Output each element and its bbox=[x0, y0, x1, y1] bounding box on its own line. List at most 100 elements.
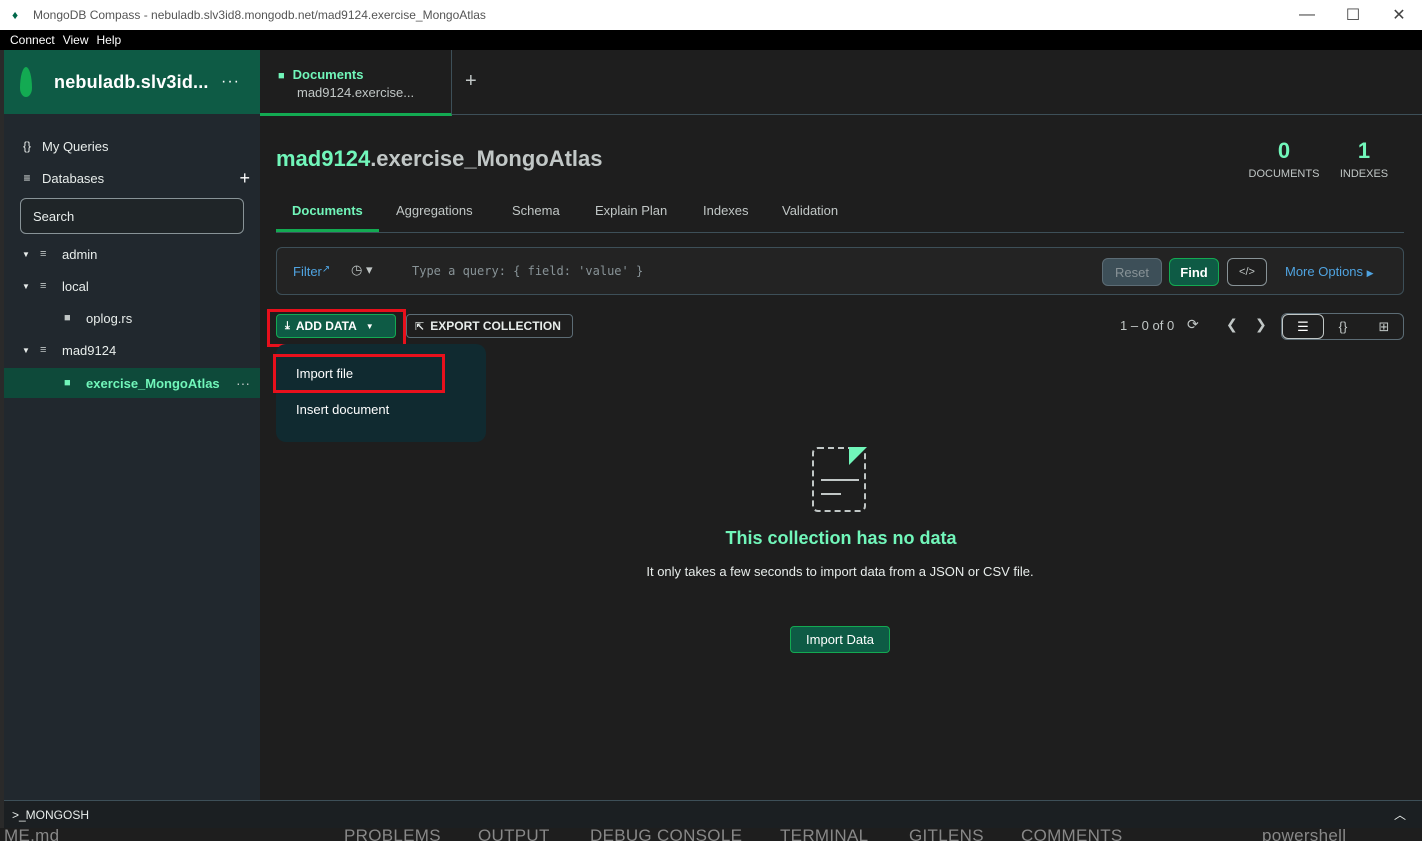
folder-icon: ■ bbox=[64, 377, 71, 389]
list-view-icon[interactable]: ☰ bbox=[1282, 314, 1324, 339]
subtab-documents[interactable]: Documents bbox=[292, 203, 363, 218]
tree-item-label: mad9124 bbox=[62, 342, 117, 358]
tab-title: ■ Documents bbox=[278, 67, 363, 82]
connection-header[interactable]: nebuladb.slv3id... ··· bbox=[4, 50, 260, 114]
chevron-up-icon[interactable]: ︿ bbox=[1394, 806, 1406, 823]
chevron-left-icon[interactable]: ❮ bbox=[1226, 316, 1238, 333]
background-vscode-panel: ME.md PROBLEMS OUTPUT DEBUG CONSOLE TERM… bbox=[0, 828, 1422, 841]
empty-state-title: This collection has no data bbox=[725, 528, 957, 548]
main-panel: ■ Documents mad9124.exercise... + mad9124… bbox=[260, 50, 1422, 800]
tree-item-admin[interactable]: ▼ ≡ admin bbox=[4, 240, 260, 268]
table-view-icon[interactable]: ⊞ bbox=[1364, 314, 1404, 339]
collection-title: mad9124.exercise_MongoAtlas bbox=[276, 146, 603, 172]
highlight-box bbox=[273, 354, 445, 393]
tree-item-label: local bbox=[62, 278, 89, 294]
menu-item-insert-document[interactable]: Insert document bbox=[296, 402, 389, 417]
braces-icon: {} bbox=[22, 139, 31, 153]
sidebar: nebuladb.slv3id... ··· {} My Queries ≡ D… bbox=[4, 50, 260, 800]
subtab-aggregations[interactable]: Aggregations bbox=[396, 203, 473, 218]
tree-item-mad9124[interactable]: ▼ ≡ mad9124 bbox=[4, 336, 260, 364]
add-database-icon[interactable]: + bbox=[239, 168, 250, 189]
tree-item-local[interactable]: ▼ ≡ local bbox=[4, 272, 260, 300]
caret-down-icon[interactable]: ▼ bbox=[22, 250, 30, 259]
import-data-button[interactable]: Import Data bbox=[790, 626, 890, 653]
panel-tab-problems: PROBLEMS bbox=[344, 828, 441, 841]
view-toggle: ☰ {} ⊞ bbox=[1281, 313, 1404, 340]
new-tab-button[interactable]: + bbox=[465, 70, 477, 93]
empty-state-description: It only takes a few seconds to import da… bbox=[646, 564, 1034, 579]
mongodb-leaf-icon: ♦ bbox=[12, 8, 19, 22]
database-icon: ≡ bbox=[40, 248, 47, 260]
tree-item-label: exercise_MongoAtlas bbox=[86, 375, 220, 391]
document-line bbox=[821, 493, 841, 495]
tab-title-text: Documents bbox=[292, 67, 364, 82]
subtab-schema[interactable]: Schema bbox=[512, 203, 560, 218]
chevron-right-icon[interactable]: ❯ bbox=[1255, 316, 1267, 333]
query-input[interactable]: Type a query: { field: 'value' } bbox=[412, 264, 643, 278]
reset-button[interactable]: Reset bbox=[1102, 258, 1162, 286]
database-icon: ≡ bbox=[23, 171, 31, 185]
window-title: MongoDB Compass - nebuladb.slv3id8.mongo… bbox=[33, 8, 486, 22]
documents-label: DOCUMENTS bbox=[1248, 168, 1320, 180]
tree-item-oplog[interactable]: ■ oplog.rs bbox=[4, 304, 260, 332]
terminal-name: powershell bbox=[1262, 828, 1347, 841]
collection-name: .exercise_MongoAtlas bbox=[370, 146, 603, 171]
more-options-link[interactable]: More Options ▶ bbox=[1285, 264, 1374, 279]
query-history-icon[interactable]: ◷ ▾ bbox=[351, 262, 372, 278]
menu-bar: Connect View Help bbox=[0, 30, 1422, 50]
collection-more-icon[interactable]: ··· bbox=[236, 375, 250, 391]
folder-icon: ■ bbox=[64, 312, 71, 324]
sidebar-search-input[interactable]: Search bbox=[20, 198, 244, 234]
collection-db-name: mad9124 bbox=[276, 146, 371, 171]
filter-label: Filter bbox=[293, 264, 322, 279]
pagination-text: 1 – 0 of 0 bbox=[1120, 318, 1175, 333]
mongosh-label: >_MONGOSH bbox=[12, 807, 90, 822]
query-bar: Filter↗ ◷ ▾ Type a query: { field: 'valu… bbox=[276, 247, 1404, 295]
indexes-count: 1 bbox=[1357, 138, 1371, 163]
panel-tab-debug-console: DEBUG CONSOLE bbox=[590, 828, 743, 841]
subtab-validation[interactable]: Validation bbox=[782, 203, 838, 218]
subtab-explain-plan[interactable]: Explain Plan bbox=[595, 203, 667, 218]
close-button[interactable]: ✕ bbox=[1376, 0, 1422, 30]
window-titlebar: ♦ MongoDB Compass - nebuladb.slv3id8.mon… bbox=[0, 0, 1422, 30]
external-link-icon: ↗ bbox=[321, 264, 331, 275]
indexes-stat: 1 INDEXES bbox=[1338, 138, 1390, 180]
mongosh-bar[interactable]: >_MONGOSH ︿ bbox=[4, 800, 1422, 828]
active-subtab-indicator bbox=[276, 229, 379, 232]
json-view-icon[interactable]: {} bbox=[1323, 314, 1363, 339]
window-controls: — ☐ ✕ bbox=[1284, 0, 1422, 30]
sidebar-item-label: My Queries bbox=[42, 138, 109, 154]
documents-count: 0 bbox=[1277, 138, 1291, 163]
refresh-icon[interactable]: ⟳ bbox=[1187, 316, 1199, 333]
tree-item-exercise-mongoatlas[interactable]: ■ exercise_MongoAtlas ··· bbox=[4, 368, 260, 398]
tree-item-label: admin bbox=[62, 246, 98, 262]
caret-down-icon[interactable]: ▼ bbox=[22, 346, 30, 355]
maximize-button[interactable]: ☐ bbox=[1330, 0, 1376, 30]
subtab-indexes[interactable]: Indexes bbox=[703, 203, 749, 218]
folder-icon: ■ bbox=[278, 70, 285, 82]
document-corner-icon bbox=[849, 447, 867, 465]
menu-connect[interactable]: Connect bbox=[0, 33, 61, 47]
collection-subtabs: Documents Aggregations Schema Explain Pl… bbox=[276, 193, 1404, 233]
connection-more-icon[interactable]: ··· bbox=[221, 73, 240, 91]
code-view-button[interactable]: </> bbox=[1227, 258, 1267, 286]
sidebar-item-databases[interactable]: ≡ Databases + bbox=[4, 164, 260, 192]
caret-down-icon[interactable]: ▼ bbox=[22, 282, 30, 291]
panel-tab-comments: COMMENTS bbox=[1021, 828, 1123, 841]
database-icon: ≡ bbox=[40, 344, 47, 356]
filter-link[interactable]: Filter↗ bbox=[293, 264, 330, 279]
minimize-button[interactable]: — bbox=[1284, 0, 1330, 30]
menu-view[interactable]: View bbox=[61, 33, 95, 47]
panel-tab-terminal: TERMINAL bbox=[780, 828, 869, 841]
export-icon: ⇱ bbox=[415, 320, 425, 333]
document-line bbox=[821, 479, 859, 481]
menu-help[interactable]: Help bbox=[95, 33, 128, 47]
connection-name: nebuladb.slv3id... bbox=[54, 71, 209, 92]
indexes-label: INDEXES bbox=[1339, 168, 1389, 180]
tab-subtitle: mad9124.exercise... bbox=[297, 85, 415, 100]
sidebar-item-my-queries[interactable]: {} My Queries bbox=[4, 132, 260, 160]
find-button[interactable]: Find bbox=[1169, 258, 1219, 286]
panel-tab-output: OUTPUT bbox=[478, 828, 550, 841]
export-collection-button[interactable]: ⇱ EXPORT COLLECTION bbox=[406, 314, 573, 338]
tab-documents[interactable]: ■ Documents mad9124.exercise... bbox=[260, 50, 452, 116]
